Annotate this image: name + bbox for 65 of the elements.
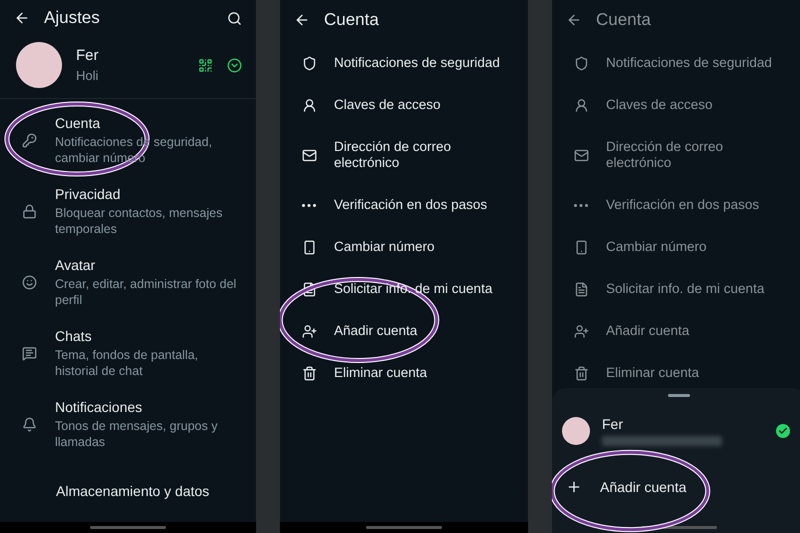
menu-item[interactable]: Añadir cuenta — [334, 323, 418, 339]
menu-item[interactable]: Eliminar cuenta — [334, 365, 428, 381]
menu-item[interactable]: Claves de acceso — [606, 97, 713, 113]
settings-item-title[interactable]: Notificaciones — [55, 398, 244, 415]
shield-icon — [574, 56, 588, 70]
settings-item-title[interactable]: Privacidad — [55, 186, 244, 202]
settings-item-subtitle: Tonos de mensajes, grupos y llamadas — [55, 418, 219, 450]
menu-item[interactable]: Eliminar cuenta — [606, 365, 700, 381]
screen-title: Ajustes — [44, 8, 101, 28]
search-icon[interactable] — [227, 10, 242, 26]
settings-item-subtitle: Crear, editar, administrar foto del perfil — [55, 276, 238, 308]
menu-item[interactable]: Verificación en dos pasos — [334, 197, 488, 213]
account-name: Fer — [602, 416, 624, 432]
dots-icon — [302, 204, 316, 206]
settings-item-title[interactable]: Avatar — [55, 256, 244, 273]
profile-status: Holi — [76, 68, 100, 83]
screen-title: Cuenta — [324, 10, 380, 30]
menu-item[interactable]: Dirección de correo electrónico — [334, 139, 504, 171]
message-icon — [22, 346, 37, 361]
qr-code-icon[interactable] — [198, 58, 213, 72]
menu-item[interactable]: Cambiar número — [606, 239, 707, 255]
menu-item[interactable]: Añadir cuenta — [606, 323, 690, 339]
settings-item-subtitle: Bloquear contactos, mensajes temporales — [55, 204, 224, 237]
menu-item[interactable]: Notificaciones de seguridad — [606, 55, 772, 71]
mail-icon — [574, 148, 588, 162]
selected-check-icon[interactable] — [776, 424, 790, 438]
add-account-button[interactable]: Añadir cuenta — [600, 479, 686, 495]
lock-icon — [22, 204, 37, 219]
home-indicator[interactable] — [641, 526, 717, 529]
phone-icon — [574, 240, 588, 254]
bell-icon — [22, 416, 37, 432]
drag-handle[interactable] — [668, 394, 690, 397]
settings-item-title[interactable]: Almacenamiento y datos — [56, 482, 210, 499]
shield-icon — [302, 56, 316, 70]
menu-item[interactable]: Verificación en dos pasos — [606, 197, 760, 213]
mail-icon — [302, 148, 316, 162]
profile-avatar[interactable] — [16, 42, 62, 88]
phone-icon — [302, 240, 316, 254]
menu-item[interactable]: Notificaciones de seguridad — [334, 55, 500, 71]
person-icon — [302, 98, 316, 112]
settings-item-title[interactable]: Cuenta — [55, 114, 244, 131]
profile-name: Fer — [76, 47, 100, 64]
person-icon — [574, 98, 588, 112]
dots-icon — [574, 204, 588, 206]
back-button[interactable] — [566, 12, 582, 28]
trash-icon — [574, 366, 588, 380]
trash-icon — [302, 366, 316, 380]
chevron-circle-icon[interactable] — [227, 58, 242, 72]
menu-item[interactable]: Dirección de correo electrónico — [606, 139, 776, 171]
settings-item-subtitle: Tema, fondos de pantalla, historial de chat — [55, 346, 200, 379]
menu-item[interactable]: Cambiar número — [334, 239, 435, 255]
back-button[interactable] — [14, 10, 30, 26]
document-icon — [302, 282, 316, 296]
account-avatar — [562, 417, 590, 445]
menu-item[interactable]: Solicitar info. de mi cuenta — [606, 281, 764, 297]
menu-item[interactable]: Claves de acceso — [334, 97, 441, 113]
settings-item-title[interactable]: Chats — [55, 328, 244, 344]
screen-title: Cuenta — [596, 10, 652, 30]
smiley-icon — [22, 274, 37, 290]
key-icon — [22, 132, 37, 148]
plus-icon — [566, 479, 582, 495]
add-person-icon — [574, 324, 588, 338]
back-button[interactable] — [294, 12, 310, 28]
add-person-icon — [302, 324, 316, 338]
document-icon — [574, 282, 588, 296]
